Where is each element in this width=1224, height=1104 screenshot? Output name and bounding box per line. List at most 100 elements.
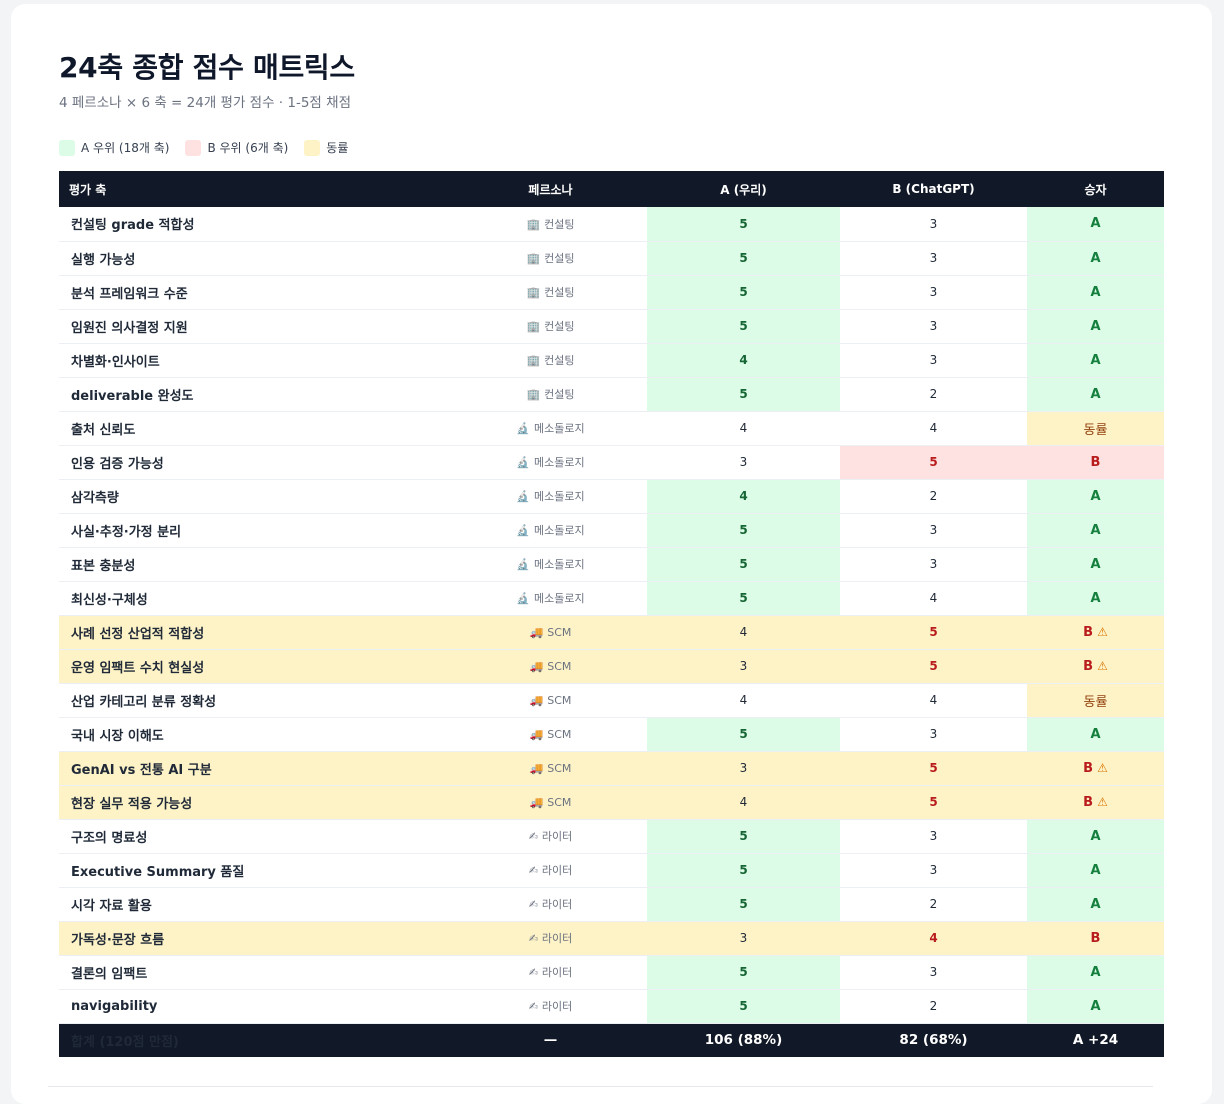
table-row: 산업 카테고리 분류 정확성 🚚 SCM 4 4 동률 bbox=[59, 683, 1164, 718]
legend-label-tie: 동률 bbox=[326, 141, 349, 155]
building-icon: 🏢 bbox=[526, 354, 541, 367]
winner-label: A bbox=[1090, 862, 1101, 878]
table-row: 출처 신뢰도 🔬 메소돌로지 4 4 동률 bbox=[59, 411, 1164, 446]
persona-cell: 🏢 컨설팅 bbox=[454, 207, 647, 242]
legend-item-b-win: B 우위 (6개 축) bbox=[185, 139, 288, 156]
score-b: 3 bbox=[840, 547, 1027, 582]
persona-label: 라이터 bbox=[541, 932, 573, 945]
persona-label: SCM bbox=[547, 625, 572, 639]
warning-icon: ⚠ bbox=[1097, 624, 1108, 639]
table-row: 임원진 의사결정 지원 🏢 컨설팅 5 3 A bbox=[59, 309, 1164, 344]
axis-name: 사례 선정 산업적 적합성 bbox=[59, 615, 454, 650]
score-b: 3 bbox=[840, 513, 1027, 548]
winner-cell: A bbox=[1027, 581, 1164, 616]
axis-name: 차별화·인사이트 bbox=[59, 343, 454, 378]
persona-label: SCM bbox=[547, 727, 572, 741]
persona-label: 라이터 bbox=[541, 864, 573, 877]
axis-name: 분석 프레임워크 수준 bbox=[59, 275, 454, 310]
winner-cell: B bbox=[1027, 445, 1164, 480]
matrix-card: 24축 종합 점수 매트릭스 4 페르소나 × 6 축 = 24개 평가 점수 … bbox=[11, 4, 1212, 1104]
warning-icon: ⚠ bbox=[1097, 760, 1108, 775]
winner-label: A bbox=[1090, 964, 1101, 980]
score-b: 5 bbox=[840, 615, 1027, 650]
table-header-row: 평가 축 페르소나 A (우리) B (ChatGPT) 승자 bbox=[59, 171, 1164, 207]
winner-cell: B ⚠ bbox=[1027, 751, 1164, 786]
winner-cell: 동률 bbox=[1027, 683, 1164, 718]
score-a: 5 bbox=[647, 853, 840, 888]
winner-cell: B ⚠ bbox=[1027, 615, 1164, 650]
table-row: 시각 자료 활용 ✍ 라이터 5 2 A bbox=[59, 887, 1164, 922]
table-row: 분석 프레임워크 수준 🏢 컨설팅 5 3 A bbox=[59, 275, 1164, 310]
winner-label: A bbox=[1090, 318, 1101, 334]
writing-hand-icon: ✍ bbox=[528, 966, 538, 979]
persona-cell: 🔬 메소돌로지 bbox=[454, 547, 647, 582]
warning-icon: ⚠ bbox=[1097, 794, 1108, 809]
persona-label: 컨설팅 bbox=[544, 252, 575, 265]
persona-label: 컨설팅 bbox=[544, 388, 575, 401]
score-a: 5 bbox=[647, 989, 840, 1024]
winner-label: A bbox=[1090, 386, 1101, 402]
score-b: 3 bbox=[840, 343, 1027, 378]
winner-cell: A bbox=[1027, 377, 1164, 412]
total-b: 82 (68%) bbox=[840, 1023, 1027, 1057]
score-a: 5 bbox=[647, 275, 840, 310]
score-b: 2 bbox=[840, 989, 1027, 1024]
table-row: 구조의 명료성 ✍ 라이터 5 3 A bbox=[59, 819, 1164, 854]
truck-icon: 🚚 bbox=[529, 693, 544, 707]
total-winner: A +24 bbox=[1027, 1023, 1164, 1057]
winner-label: A bbox=[1090, 726, 1101, 742]
legend-swatch-a bbox=[59, 139, 75, 156]
writing-hand-icon: ✍ bbox=[528, 932, 538, 945]
winner-cell: A bbox=[1027, 309, 1164, 344]
score-a: 3 bbox=[647, 649, 840, 684]
winner-label: B bbox=[1090, 930, 1101, 946]
persona-cell: ✍ 라이터 bbox=[454, 921, 647, 956]
score-a: 4 bbox=[647, 683, 840, 718]
total-label: 합계 (120점 만점) bbox=[59, 1023, 454, 1057]
microscope-icon: 🔬 bbox=[516, 422, 531, 435]
score-b: 4 bbox=[840, 683, 1027, 718]
winner-label: B bbox=[1090, 454, 1101, 470]
persona-cell: 🏢 컨설팅 bbox=[454, 343, 647, 378]
writing-hand-icon: ✍ bbox=[528, 898, 538, 911]
truck-icon: 🚚 bbox=[529, 795, 544, 809]
building-icon: 🏢 bbox=[526, 286, 541, 299]
writing-hand-icon: ✍ bbox=[528, 864, 538, 877]
score-a: 4 bbox=[647, 785, 840, 820]
page-title: 24축 종합 점수 매트릭스 bbox=[59, 51, 355, 84]
table-row: 차별화·인사이트 🏢 컨설팅 4 3 A bbox=[59, 343, 1164, 378]
persona-cell: 🏢 컨설팅 bbox=[454, 275, 647, 310]
score-b: 3 bbox=[840, 241, 1027, 276]
axis-name: 산업 카테고리 분류 정확성 bbox=[59, 683, 454, 718]
winner-label: 동률 bbox=[1083, 422, 1108, 438]
winner-cell: A bbox=[1027, 513, 1164, 548]
winner-cell: A bbox=[1027, 343, 1164, 378]
score-b: 3 bbox=[840, 309, 1027, 344]
header-persona: 페르소나 bbox=[454, 171, 647, 207]
persona-cell: 🏢 컨설팅 bbox=[454, 377, 647, 412]
axis-name: navigability bbox=[59, 989, 454, 1024]
score-a: 5 bbox=[647, 581, 840, 616]
writing-hand-icon: ✍ bbox=[528, 830, 538, 843]
persona-label: 라이터 bbox=[541, 1000, 573, 1013]
persona-cell: 🚚 SCM bbox=[454, 785, 647, 820]
microscope-icon: 🔬 bbox=[516, 456, 531, 469]
axis-name: 가독성·문장 흐름 bbox=[59, 921, 454, 956]
persona-cell: ✍ 라이터 bbox=[454, 887, 647, 922]
axis-name: 실행 가능성 bbox=[59, 241, 454, 276]
truck-icon: 🚚 bbox=[529, 761, 544, 775]
score-b: 3 bbox=[840, 717, 1027, 752]
truck-icon: 🚚 bbox=[529, 727, 544, 741]
winner-label: B bbox=[1083, 760, 1094, 776]
axis-name: 결론의 임팩트 bbox=[59, 955, 454, 990]
building-icon: 🏢 bbox=[526, 320, 541, 333]
score-b: 3 bbox=[840, 853, 1027, 888]
persona-cell: 🚚 SCM bbox=[454, 751, 647, 786]
score-a: 5 bbox=[647, 717, 840, 752]
winner-cell: A bbox=[1027, 717, 1164, 752]
score-b: 3 bbox=[840, 275, 1027, 310]
winner-cell: A bbox=[1027, 479, 1164, 514]
winner-label: A bbox=[1090, 216, 1101, 232]
winner-label: A bbox=[1090, 284, 1101, 300]
persona-cell: 🏢 컨설팅 bbox=[454, 241, 647, 276]
